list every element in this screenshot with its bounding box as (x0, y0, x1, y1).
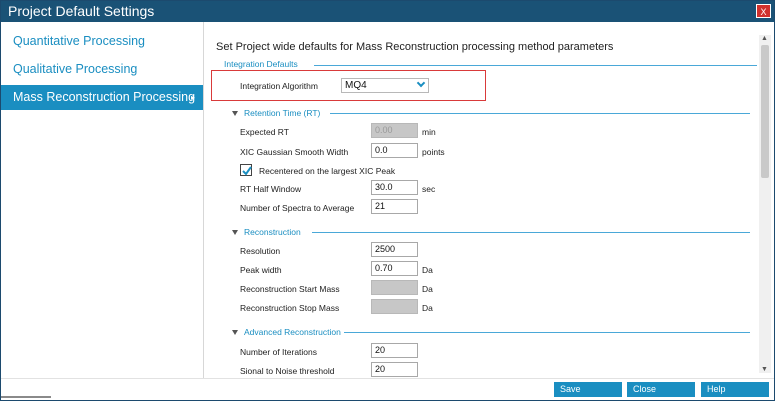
project-default-settings-window: Project Default Settings X Quantitative … (0, 0, 775, 401)
chevron-down-icon (416, 78, 426, 88)
integration-algorithm-label: Integration Algorithm (240, 81, 318, 91)
reconstruction-stop-mass-unit: Da (422, 303, 433, 313)
collapse-triangle-icon[interactable] (232, 230, 238, 235)
sidebar-item-label: Quantitative Processing (13, 34, 146, 48)
window-title: Project Default Settings (8, 3, 155, 19)
section-divider (312, 232, 750, 233)
rt-half-window-label: RT Half Window (240, 184, 302, 194)
section-title-advanced-reconstruction: Advanced Reconstruction (244, 327, 341, 337)
reconstruction-start-mass-unit: Da (422, 284, 433, 294)
peak-width-unit: Da (422, 265, 433, 275)
number-of-iterations-field[interactable]: 20 (371, 343, 418, 358)
integration-algorithm-value: MQ4 (345, 80, 367, 91)
number-of-iterations-label: Number of Iterations (240, 347, 318, 357)
xic-smooth-width-label: XIC Gaussian Smooth Width (240, 147, 349, 157)
scroll-up-icon[interactable]: ▲ (761, 35, 768, 42)
close-button[interactable]: Close (627, 382, 695, 397)
sidebar: Quantitative Processing Qualitative Proc… (1, 22, 204, 378)
spectra-to-average-label: Number of Spectra to Average (240, 203, 355, 213)
collapse-triangle-icon[interactable] (232, 111, 238, 116)
integration-algorithm-dropdown[interactable]: MQ4 (341, 78, 429, 93)
section-title-reconstruction: Reconstruction (244, 227, 301, 237)
title-bar: Project Default Settings X (1, 1, 774, 22)
save-button[interactable]: Save (554, 382, 622, 397)
expected-rt-field[interactable]: 0.00 (371, 123, 418, 138)
settings-content: Set Project wide defaults for Mass Recon… (204, 22, 772, 378)
reconstruction-stop-mass-label: Reconstruction Stop Mass (240, 303, 340, 313)
sidebar-item-mass-reconstruction-processing[interactable]: Mass Reconstruction Processing ▸ (1, 85, 203, 110)
collapse-triangle-icon[interactable] (232, 330, 238, 335)
sidebar-item-quantitative-processing[interactable]: Quantitative Processing (1, 29, 203, 54)
expected-rt-label: Expected RT (240, 127, 289, 137)
peak-width-field[interactable]: 0.70 (371, 261, 418, 276)
checkmark-icon (242, 166, 252, 176)
footer-bar: Save Close Help (1, 378, 774, 400)
xic-smooth-width-unit: points (422, 147, 445, 157)
scrollbar-thumb[interactable] (761, 45, 769, 178)
resolution-label: Resolution (240, 246, 281, 256)
rt-half-window-unit: sec (422, 184, 436, 194)
bottom-divider (1, 396, 51, 398)
close-window-button[interactable]: X (756, 4, 771, 18)
section-title-integration-defaults: Integration Defaults (224, 59, 298, 69)
reconstruction-stop-mass-field[interactable] (371, 299, 418, 314)
reconstruction-start-mass-label: Reconstruction Start Mass (240, 284, 340, 294)
reconstruction-start-mass-field[interactable] (371, 280, 418, 295)
signal-to-noise-field[interactable]: 20 (371, 362, 418, 377)
signal-to-noise-label: Sional to Noise threshold (240, 366, 335, 376)
expected-rt-unit: min (422, 127, 436, 137)
peak-width-label: Peak width (240, 265, 282, 275)
chevron-right-icon: ▸ (190, 93, 195, 102)
section-title-retention-time: Retention Time (RT) (244, 108, 321, 118)
sidebar-item-label: Qualitative Processing (13, 62, 138, 76)
sidebar-item-qualitative-processing[interactable]: Qualitative Processing (1, 57, 203, 82)
vertical-scrollbar[interactable]: ▲ ▼ (759, 35, 771, 373)
section-divider (314, 65, 757, 66)
page-description: Set Project wide defaults for Mass Recon… (216, 41, 614, 53)
section-divider (344, 332, 750, 333)
help-button[interactable]: Help (701, 382, 769, 397)
spectra-to-average-field[interactable]: 21 (371, 199, 418, 214)
rt-half-window-field[interactable]: 30.0 (371, 180, 418, 195)
resolution-field[interactable]: 2500 (371, 242, 418, 257)
scroll-down-icon[interactable]: ▼ (761, 366, 768, 373)
sidebar-item-label: Mass Reconstruction Processing (13, 90, 196, 104)
section-divider (330, 113, 750, 114)
recenter-checkbox[interactable] (240, 164, 252, 176)
xic-smooth-width-field[interactable]: 0.0 (371, 143, 418, 158)
recenter-label: Recentered on the largest XIC Peak (259, 166, 396, 176)
